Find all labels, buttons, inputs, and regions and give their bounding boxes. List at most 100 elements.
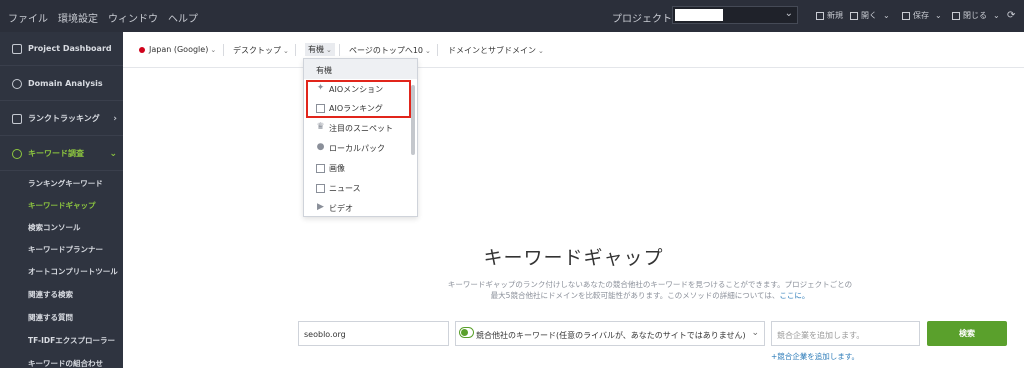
toggle-knob	[461, 329, 468, 336]
close-button[interactable]: 閉じる ⌄	[952, 10, 1000, 21]
dropdown-item-label: 注目のスニペット	[329, 124, 393, 133]
divider	[339, 44, 340, 56]
refresh-icon: ⟳	[1007, 10, 1016, 21]
sidebar-item-label: ランクトラッキング	[28, 114, 100, 123]
menu-bar: ファイル 環境設定 ウィンドウ ヘルプ	[8, 10, 198, 25]
chevron-down-icon: ⌄	[326, 46, 332, 54]
sidebar-subitem-autocomplete[interactable]: オートコンプリートツール	[28, 266, 118, 277]
open-button[interactable]: 開く ⌄	[850, 10, 890, 21]
chevron-right-icon: ›	[113, 113, 117, 124]
sidebar-subitem-tfidf-explorer[interactable]: TF-IDFエクスプローラー	[28, 335, 115, 346]
refresh-button[interactable]: ⟳	[1007, 10, 1015, 21]
sidebar-subitem-related-searches[interactable]: 関連する検索	[28, 289, 73, 300]
dropdown-scrollbar[interactable]	[411, 85, 415, 155]
filter-bar: Japan (Google) ⌄ デスクトップ ⌄ 有機 ⌄ ページのトップへ10 ⌄ …	[123, 32, 1024, 68]
sidebar-subitem-keyword-planner[interactable]: キーワードプランナー	[28, 244, 103, 255]
keyword-type-select[interactable]: 競合他社のキーワード(任意のライバルが、あなたのサイトではありません) ⌄	[455, 321, 765, 346]
top-bar: ファイル 環境設定 ウィンドウ ヘルプ プロジェクト： ⌄ 新規 開く ⌄ 保存…	[0, 0, 1024, 32]
sidebar-subitem-search-console[interactable]: 検索コンソール	[28, 222, 81, 233]
new-icon	[816, 11, 824, 20]
dropdown-item-video[interactable]: ▶ ビデオ	[316, 203, 353, 214]
map-pin-icon: ●	[316, 142, 325, 152]
chevron-down-icon: ⌄	[538, 47, 544, 55]
page-description: キーワードギャップのランク付けしないあなたの競合他社のキーワードを見つけることが…	[440, 279, 860, 301]
image-icon	[316, 164, 325, 173]
save-icon	[902, 11, 910, 20]
dropdown-item-local-pack[interactable]: ● ローカルパック	[316, 143, 385, 154]
page-title: キーワードギャップ	[483, 247, 664, 269]
divider	[223, 44, 224, 56]
sidebar-item-project-dashboard[interactable]: Project Dashboard	[0, 32, 123, 66]
device-label: デスクトップ	[233, 46, 281, 55]
description-line-2: 最大5競合他社にドメインを比較可能性があります。このメソッドの詳細については、	[490, 291, 780, 300]
device-filter[interactable]: デスクトップ ⌄	[233, 45, 289, 56]
menu-preferences[interactable]: 環境設定	[58, 10, 98, 25]
search-button[interactable]: 検索	[927, 321, 1007, 346]
close-label: 閉じる	[963, 11, 987, 20]
new-label: 新規	[827, 11, 843, 20]
flag-icon	[139, 46, 145, 53]
add-competitor-link[interactable]: +競合企業を追加します。	[771, 351, 859, 362]
chevron-down-icon[interactable]: ⌄	[883, 11, 890, 20]
chevron-down-icon: ⌄	[425, 47, 431, 55]
chevron-down-icon: ⌄	[109, 148, 117, 159]
save-button[interactable]: 保存 ⌄	[902, 10, 942, 21]
chevron-down-icon: ⌄	[784, 8, 793, 19]
competitor-input[interactable]: 競合企業を追加します。	[771, 321, 920, 346]
chevron-down-icon: ⌄	[210, 46, 217, 54]
dropdown-item-images[interactable]: 画像	[316, 163, 345, 174]
dropdown-item-news[interactable]: ニュース	[316, 183, 361, 194]
sidebar-item-rank-tracking[interactable]: ランクトラッキング ›	[0, 102, 123, 136]
sidebar-item-label: Domain Analysis	[28, 79, 103, 88]
close-icon	[952, 11, 960, 20]
chevron-down-icon: ⌄	[751, 328, 759, 338]
dashboard-icon	[12, 43, 22, 54]
sidebar-subitem-keyword-combinations[interactable]: キーワードの組合わせ	[28, 358, 103, 368]
save-label: 保存	[913, 11, 929, 20]
result-type-filter[interactable]: 有機 ⌄	[305, 43, 335, 56]
dropdown-item-label: 画像	[329, 164, 345, 173]
divider	[295, 44, 296, 56]
project-name	[675, 9, 723, 21]
details-link[interactable]: ここに。	[779, 291, 809, 300]
sidebar-subitem-ranking-keywords[interactable]: ランキングキーワード	[28, 178, 103, 189]
chart-icon	[12, 113, 22, 124]
dropdown-header: 有機	[304, 59, 417, 79]
comparison-toggle-icon[interactable]	[459, 327, 474, 338]
globe-icon	[12, 78, 22, 89]
domain-input[interactable]: seoblo.org	[298, 321, 449, 346]
chevron-down-icon[interactable]: ⌄	[935, 11, 942, 20]
top-results-label: ページのトップへ10	[349, 46, 424, 55]
open-label: 開く	[861, 11, 877, 20]
divider	[437, 44, 438, 56]
chevron-down-icon: ⌄	[283, 47, 289, 55]
country-filter[interactable]: Japan (Google) ⌄	[139, 45, 216, 54]
project-select[interactable]: ⌄	[672, 6, 798, 24]
country-label: Japan (Google)	[149, 45, 209, 54]
description-line-1: キーワードギャップのランク付けしないあなたの競合他社のキーワードを見つけることが…	[447, 280, 853, 289]
sidebar-subitem-keyword-gap[interactable]: キーワードギャップ	[28, 200, 96, 211]
menu-file[interactable]: ファイル	[8, 10, 48, 25]
menu-help[interactable]: ヘルプ	[168, 10, 198, 25]
video-icon: ▶	[317, 202, 324, 212]
sidebar-item-keyword-research[interactable]: キーワード調査 ⌄	[0, 137, 123, 171]
dropdown-item-featured-snippet[interactable]: ♛ 注目のスニペット	[316, 123, 393, 134]
folder-icon	[850, 11, 858, 20]
highlight-box	[306, 80, 411, 118]
top-results-filter[interactable]: ページのトップへ10 ⌄	[349, 45, 431, 56]
sidebar-subitem-related-questions[interactable]: 関連する質問	[28, 312, 73, 323]
dropdown-item-label: ニュース	[329, 184, 361, 193]
sidebar: Project Dashboard Domain Analysis ランクトラッ…	[0, 32, 123, 368]
chevron-down-icon[interactable]: ⌄	[993, 11, 1000, 20]
domain-scope-filter[interactable]: ドメインとサブドメイン ⌄	[448, 45, 544, 56]
keyword-type-label: 競合他社のキーワード(任意のライバルが、あなたのサイトではありません)	[476, 331, 746, 340]
menu-window[interactable]: ウィンドウ	[108, 10, 158, 25]
result-type-label: 有機	[308, 45, 324, 54]
news-icon	[316, 184, 325, 193]
sidebar-item-label: キーワード調査	[28, 149, 84, 158]
sidebar-item-domain-analysis[interactable]: Domain Analysis	[0, 67, 123, 101]
new-button[interactable]: 新規	[816, 10, 843, 21]
dropdown-item-label: ローカルパック	[329, 144, 385, 153]
crown-icon: ♛	[316, 122, 325, 132]
domain-scope-label: ドメインとサブドメイン	[448, 46, 536, 55]
